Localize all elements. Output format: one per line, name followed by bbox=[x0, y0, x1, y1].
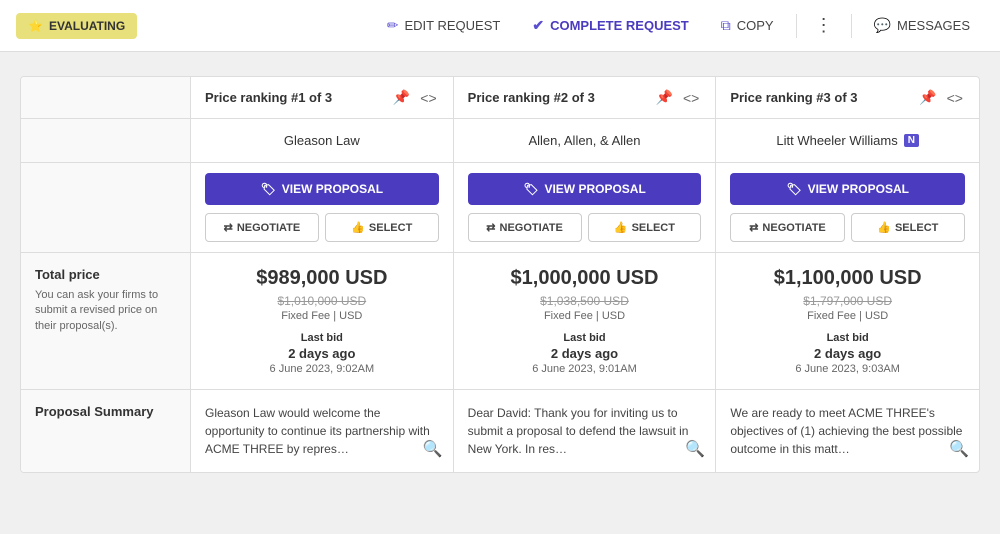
check-circle-icon: ✔ bbox=[532, 17, 544, 34]
btn-cell-1: 🏷 VIEW PROPOSAL ⇄ NEGOTIATE 👍 SELECT bbox=[191, 163, 454, 252]
messages-icon: 💬 bbox=[874, 17, 891, 34]
price-label-cell: Total price You can ask your firms to su… bbox=[21, 253, 191, 389]
price-cell-1: $989,000 USD $1,010,000 USD Fixed Fee | … bbox=[191, 253, 454, 389]
price-cell-2: $1,000,000 USD $1,038,500 USD Fixed Fee … bbox=[454, 253, 717, 389]
embed-icon-1[interactable]: <> bbox=[418, 88, 438, 108]
btn-empty-cell bbox=[21, 163, 191, 252]
negotiate-button-2[interactable]: ⇄ NEGOTIATE bbox=[468, 213, 582, 242]
negotiate-icon-3: ⇄ bbox=[749, 221, 758, 234]
toolbar-divider-1 bbox=[796, 14, 797, 38]
select-button-3[interactable]: 👍 SELECT bbox=[851, 213, 965, 242]
view-proposal-button-2[interactable]: 🏷 VIEW PROPOSAL bbox=[468, 173, 702, 205]
firm-cell-1: Gleason Law bbox=[191, 119, 454, 162]
select-button-2[interactable]: 👍 SELECT bbox=[588, 213, 702, 242]
edit-icon: ✏ bbox=[387, 17, 399, 34]
summary-cell-1: Gleason Law would welcome the opportunit… bbox=[191, 390, 454, 472]
ranking-header-3: Price ranking #3 of 3 📌 <> bbox=[716, 77, 979, 118]
summary-row: Proposal Summary Gleason Law would welco… bbox=[21, 390, 979, 472]
ranking-header-1: Price ranking #1 of 3 📌 <> bbox=[191, 77, 454, 118]
zoom-icon-1[interactable]: 🔍 bbox=[423, 438, 443, 462]
firm-name-row: Gleason Law Allen, Allen, & Allen Litt W… bbox=[21, 119, 979, 163]
ranking-header-row: Price ranking #1 of 3 📌 <> Price ranking… bbox=[21, 77, 979, 119]
toolbar: ⭐ EVALUATING ✏ EDIT REQUEST ✔ COMPLETE R… bbox=[0, 0, 1000, 52]
btn-cell-3: 🏷 VIEW PROPOSAL ⇄ NEGOTIATE 👍 SELECT bbox=[716, 163, 979, 252]
thumbs-up-icon-3: 👍 bbox=[877, 221, 891, 234]
firm-cell-3: Litt Wheeler Williams N bbox=[716, 119, 979, 162]
thumbs-up-icon-2: 👍 bbox=[614, 221, 628, 234]
firm-empty-cell bbox=[21, 119, 191, 162]
embed-icon-3[interactable]: <> bbox=[945, 88, 965, 108]
negotiate-button-1[interactable]: ⇄ NEGOTIATE bbox=[205, 213, 319, 242]
tag-icon-1: 🏷 bbox=[261, 182, 276, 196]
complete-request-button[interactable]: ✔ COMPLETE REQUEST bbox=[518, 9, 702, 42]
select-button-1[interactable]: 👍 SELECT bbox=[325, 213, 439, 242]
button-row: 🏷 VIEW PROPOSAL ⇄ NEGOTIATE 👍 SELECT bbox=[21, 163, 979, 253]
edit-request-button[interactable]: ✏ EDIT REQUEST bbox=[373, 9, 515, 42]
firm-cell-2: Allen, Allen, & Allen bbox=[454, 119, 717, 162]
negotiate-icon-1: ⇄ bbox=[224, 221, 233, 234]
btn-cell-2: 🏷 VIEW PROPOSAL ⇄ NEGOTIATE 👍 SELECT bbox=[454, 163, 717, 252]
firm-badge-3: N bbox=[904, 134, 919, 147]
zoom-icon-2[interactable]: 🔍 bbox=[685, 438, 705, 462]
header-empty-cell bbox=[21, 77, 191, 118]
negotiate-icon-2: ⇄ bbox=[486, 221, 495, 234]
negotiate-button-3[interactable]: ⇄ NEGOTIATE bbox=[730, 213, 844, 242]
view-proposal-button-3[interactable]: 🏷 VIEW PROPOSAL bbox=[730, 173, 965, 205]
price-row: Total price You can ask your firms to su… bbox=[21, 253, 979, 390]
pin-icon-1[interactable]: 📌 bbox=[391, 87, 412, 108]
copy-button[interactable]: ⧉ COPY bbox=[707, 9, 788, 42]
more-options-button[interactable]: ⋮ bbox=[805, 11, 843, 40]
ranking-header-2: Price ranking #2 of 3 📌 <> bbox=[454, 77, 717, 118]
toolbar-divider-2 bbox=[851, 14, 852, 38]
tag-icon-3: 🏷 bbox=[786, 182, 801, 196]
zoom-icon-3[interactable]: 🔍 bbox=[949, 438, 969, 462]
embed-icon-2[interactable]: <> bbox=[681, 88, 701, 108]
tag-icon-2: 🏷 bbox=[523, 182, 538, 196]
main-content: Price ranking #1 of 3 📌 <> Price ranking… bbox=[0, 52, 1000, 497]
copy-icon: ⧉ bbox=[721, 17, 731, 34]
summary-label-cell: Proposal Summary bbox=[21, 390, 191, 472]
ranking-table: Price ranking #1 of 3 📌 <> Price ranking… bbox=[20, 76, 980, 473]
pin-icon-3[interactable]: 📌 bbox=[917, 87, 938, 108]
summary-cell-3: We are ready to meet ACME THREE's object… bbox=[716, 390, 979, 472]
messages-button[interactable]: 💬 MESSAGES bbox=[860, 9, 984, 42]
price-cell-3: $1,100,000 USD $1,797,000 USD Fixed Fee … bbox=[716, 253, 979, 389]
star-icon: ⭐ bbox=[28, 19, 43, 33]
pin-icon-2[interactable]: 📌 bbox=[654, 87, 675, 108]
evaluating-badge: ⭐ EVALUATING bbox=[16, 13, 137, 39]
thumbs-up-icon-1: 👍 bbox=[351, 221, 365, 234]
view-proposal-button-1[interactable]: 🏷 VIEW PROPOSAL bbox=[205, 173, 439, 205]
summary-cell-2: Dear David: Thank you for inviting us to… bbox=[454, 390, 717, 472]
